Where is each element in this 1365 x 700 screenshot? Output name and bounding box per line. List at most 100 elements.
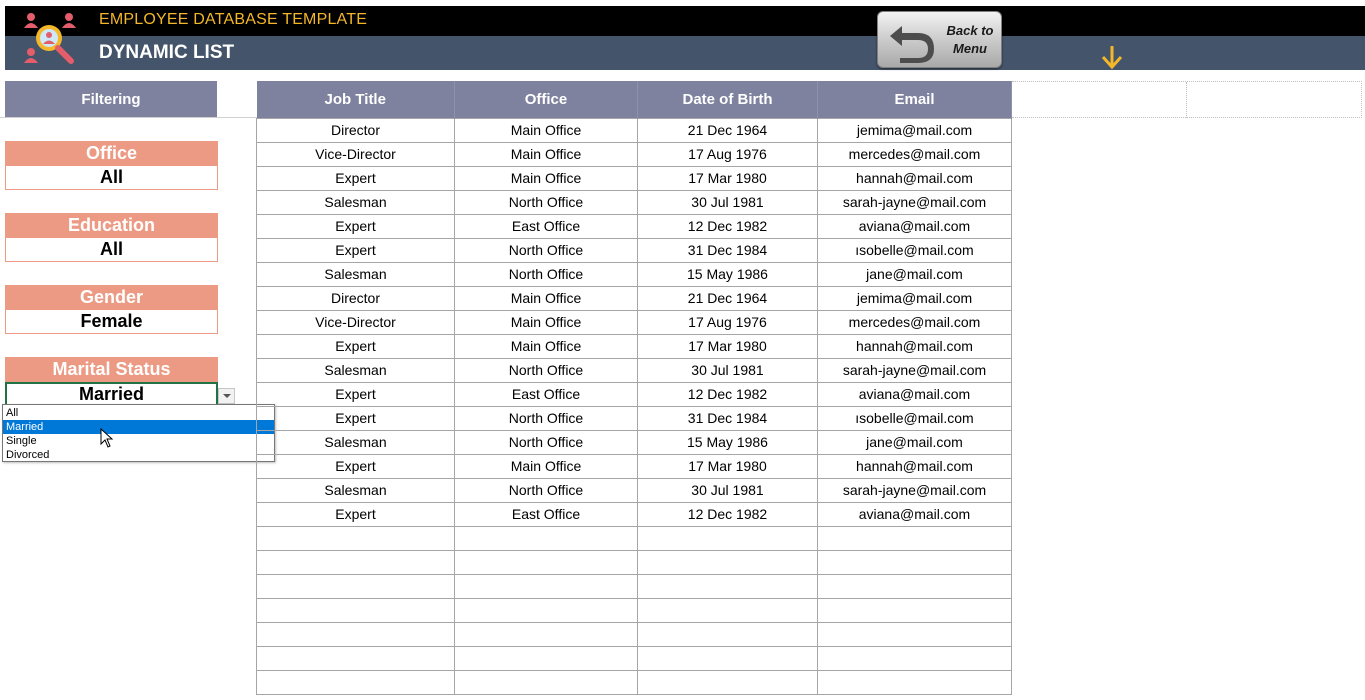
cell-date-of-birth[interactable]: [637, 669, 818, 695]
cell-email[interactable]: sarah-jayne@mail.com: [817, 357, 1012, 383]
filter-marital-status-value[interactable]: Married: [5, 382, 218, 406]
cell-email[interactable]: sarah-jayne@mail.com: [817, 189, 1012, 215]
cell-email[interactable]: hannah@mail.com: [817, 453, 1012, 479]
cell-date-of-birth[interactable]: 30 Jul 1981: [637, 189, 818, 215]
cell-email[interactable]: mercedes@mail.com: [817, 141, 1012, 167]
cell-office[interactable]: Main Office: [454, 141, 638, 167]
cell-office[interactable]: North Office: [454, 237, 638, 263]
cell-email[interactable]: hannah@mail.com: [817, 165, 1012, 191]
cell-office[interactable]: [454, 549, 638, 575]
cell-office[interactable]: East Office: [454, 213, 638, 239]
cell-date-of-birth[interactable]: 15 May 1986: [637, 261, 818, 287]
cell-job-title[interactable]: Salesman: [256, 429, 455, 455]
cell-job-title[interactable]: Director: [256, 117, 455, 143]
cell-job-title[interactable]: [256, 645, 455, 671]
cell-office[interactable]: [454, 669, 638, 695]
cell-office[interactable]: East Office: [454, 501, 638, 527]
cell-office[interactable]: [454, 645, 638, 671]
cell-email[interactable]: sarah-jayne@mail.com: [817, 477, 1012, 503]
cell-date-of-birth[interactable]: [637, 645, 818, 671]
cell-job-title[interactable]: [256, 597, 455, 623]
cell-job-title[interactable]: [256, 621, 455, 647]
cell-email[interactable]: [817, 525, 1012, 551]
cell-email[interactable]: ısobelle@mail.com: [817, 405, 1012, 431]
cell-email[interactable]: aviana@mail.com: [817, 501, 1012, 527]
filter-education-value[interactable]: All: [5, 238, 218, 262]
cell-date-of-birth[interactable]: 15 May 1986: [637, 429, 818, 455]
cell-job-title[interactable]: Salesman: [256, 261, 455, 287]
cell-office[interactable]: Main Office: [454, 117, 638, 143]
cell-office[interactable]: Main Office: [454, 309, 638, 335]
cell-email[interactable]: ısobelle@mail.com: [817, 237, 1012, 263]
cell-date-of-birth[interactable]: 31 Dec 1984: [637, 405, 818, 431]
cell-office[interactable]: East Office: [454, 381, 638, 407]
cell-date-of-birth[interactable]: [637, 621, 818, 647]
cell-office[interactable]: Main Office: [454, 165, 638, 191]
cell-date-of-birth[interactable]: 30 Jul 1981: [637, 357, 818, 383]
cell-job-title[interactable]: Salesman: [256, 357, 455, 383]
cell-job-title[interactable]: Expert: [256, 381, 455, 407]
cell-office[interactable]: Main Office: [454, 453, 638, 479]
column-header-office[interactable]: Office: [454, 81, 638, 118]
cell-date-of-birth[interactable]: 12 Dec 1982: [637, 381, 818, 407]
cell-date-of-birth[interactable]: [637, 549, 818, 575]
cell-job-title[interactable]: [256, 669, 455, 695]
cell-date-of-birth[interactable]: [637, 573, 818, 599]
cell-job-title[interactable]: Expert: [256, 453, 455, 479]
cell-job-title[interactable]: [256, 525, 455, 551]
cell-email[interactable]: jemima@mail.com: [817, 285, 1012, 311]
cell-email[interactable]: [817, 621, 1012, 647]
cell-date-of-birth[interactable]: 17 Aug 1976: [637, 309, 818, 335]
cell-job-title[interactable]: Salesman: [256, 189, 455, 215]
filter-gender-value[interactable]: Female: [5, 310, 218, 334]
dropdown-option-single[interactable]: Single: [3, 434, 274, 448]
cell-office[interactable]: Main Office: [454, 333, 638, 359]
cell-date-of-birth[interactable]: [637, 525, 818, 551]
cell-office[interactable]: [454, 525, 638, 551]
cell-date-of-birth[interactable]: 17 Mar 1980: [637, 453, 818, 479]
column-header-email[interactable]: Email: [817, 81, 1012, 118]
back-to-menu-button[interactable]: Back to Menu: [877, 11, 1002, 68]
cell-email[interactable]: [817, 645, 1012, 671]
cell-job-title[interactable]: Vice-Director: [256, 309, 455, 335]
cell-job-title[interactable]: Expert: [256, 501, 455, 527]
cell-date-of-birth[interactable]: 17 Mar 1980: [637, 333, 818, 359]
cell-date-of-birth[interactable]: 17 Aug 1976: [637, 141, 818, 167]
column-header-date-of-birth[interactable]: Date of Birth: [637, 81, 818, 118]
cell-office[interactable]: Main Office: [454, 285, 638, 311]
cell-job-title[interactable]: Expert: [256, 165, 455, 191]
cell-date-of-birth[interactable]: 12 Dec 1982: [637, 501, 818, 527]
cell-office[interactable]: North Office: [454, 405, 638, 431]
cell-office[interactable]: North Office: [454, 477, 638, 503]
cell-office[interactable]: North Office: [454, 429, 638, 455]
cell-email[interactable]: [817, 549, 1012, 575]
cell-date-of-birth[interactable]: 21 Dec 1964: [637, 117, 818, 143]
cell-office[interactable]: North Office: [454, 261, 638, 287]
cell-job-title[interactable]: [256, 573, 455, 599]
dropdown-option-married[interactable]: Married: [3, 420, 274, 434]
cell-job-title[interactable]: Expert: [256, 237, 455, 263]
column-header-job-title[interactable]: Job Title: [256, 81, 455, 118]
cell-office[interactable]: [454, 621, 638, 647]
cell-date-of-birth[interactable]: 21 Dec 1964: [637, 285, 818, 311]
cell-job-title[interactable]: Expert: [256, 405, 455, 431]
cell-email[interactable]: hannah@mail.com: [817, 333, 1012, 359]
cell-office[interactable]: [454, 597, 638, 623]
filter-office-value[interactable]: All: [5, 166, 218, 190]
cell-date-of-birth[interactable]: 12 Dec 1982: [637, 213, 818, 239]
cell-email[interactable]: mercedes@mail.com: [817, 309, 1012, 335]
cell-email[interactable]: jemima@mail.com: [817, 117, 1012, 143]
cell-job-title[interactable]: Vice-Director: [256, 141, 455, 167]
cell-date-of-birth[interactable]: 30 Jul 1981: [637, 477, 818, 503]
dropdown-option-all[interactable]: All: [3, 406, 274, 420]
cell-job-title[interactable]: Expert: [256, 213, 455, 239]
cell-job-title[interactable]: [256, 549, 455, 575]
cell-office[interactable]: North Office: [454, 189, 638, 215]
cell-date-of-birth[interactable]: [637, 597, 818, 623]
cell-email[interactable]: [817, 597, 1012, 623]
cell-office[interactable]: [454, 573, 638, 599]
cell-date-of-birth[interactable]: 17 Mar 1980: [637, 165, 818, 191]
cell-job-title[interactable]: Expert: [256, 333, 455, 359]
cell-email[interactable]: [817, 573, 1012, 599]
cell-job-title[interactable]: Salesman: [256, 477, 455, 503]
